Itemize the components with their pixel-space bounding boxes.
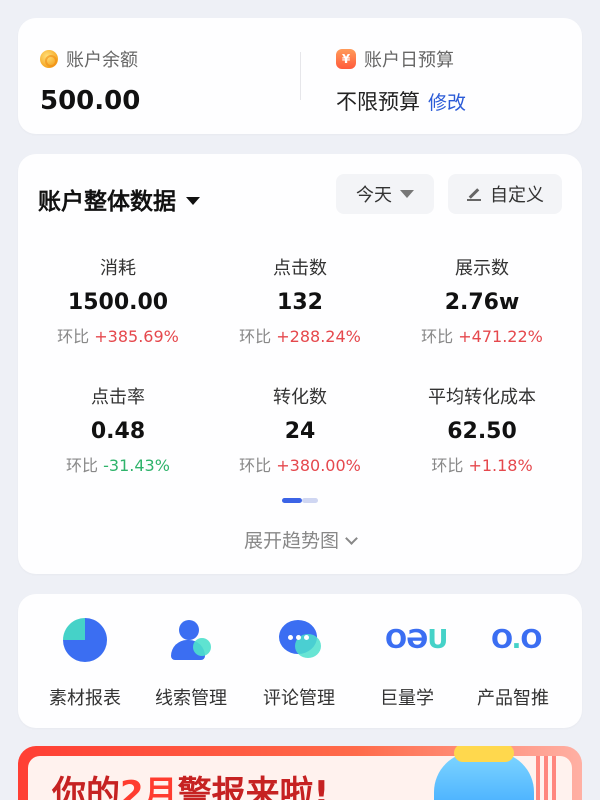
metric-value: 24 — [284, 419, 316, 444]
metric-name: 消耗 — [100, 258, 136, 279]
metric-value: 1500.00 — [67, 290, 169, 315]
account-summary-card: 账户余额 500.00 ¥ 账户日预算 不限预算 修改 — [18, 18, 582, 134]
expand-trend-button[interactable]: 展开趋势图 — [18, 526, 582, 553]
compare-value: +471.22% — [458, 327, 543, 346]
balance-label: 账户余额 — [66, 50, 138, 71]
chevron-down-icon — [400, 190, 414, 198]
page-indicator — [282, 498, 318, 504]
daily-budget-value: 不限预算 — [336, 90, 420, 114]
caret-down-icon — [186, 197, 200, 205]
metric-value: 2.76w — [444, 290, 520, 315]
tool-label: 产品智推 — [477, 688, 549, 709]
decorative-stripes — [536, 756, 558, 800]
tool-oceanengine-learn[interactable]: OƏU 巨量学 — [352, 618, 462, 710]
chat-bubble-icon — [277, 618, 321, 662]
compare-value: +1.18% — [468, 456, 533, 475]
metric-name: 点击数 — [273, 258, 327, 279]
metric-name: 转化数 — [273, 387, 327, 408]
metric-avg-conversion-cost[interactable]: 平均转化成本 62.50 环比 +1.18% — [392, 383, 572, 476]
balance-value: 500.00 — [40, 86, 141, 116]
product-recommend-logo: O.O — [491, 625, 543, 655]
metric-value: 132 — [277, 290, 323, 315]
metric-conversions[interactable]: 转化数 24 环比 +380.00% — [210, 383, 390, 476]
edit-budget-link[interactable]: 修改 — [428, 88, 466, 115]
daily-budget-section: ¥ 账户日预算 不限预算 修改 — [336, 46, 466, 116]
tools-card: 素材报表 线索管理 评论管理 OƏU 巨量学 O.O 产品智推 — [18, 594, 582, 728]
tool-material-report[interactable]: 素材报表 — [30, 618, 140, 710]
promo-banner[interactable]: 你的2月警报来啦! — [18, 746, 582, 800]
metric-ctr[interactable]: 点击率 0.48 环比 -31.43% — [28, 383, 208, 476]
customize-label: 自定义 — [490, 185, 544, 206]
metric-spend[interactable]: 消耗 1500.00 环比 +385.69% — [28, 254, 208, 347]
metric-name: 点击率 — [91, 387, 145, 408]
tool-label: 巨量学 — [380, 688, 434, 709]
customize-button[interactable]: 自定义 — [448, 174, 562, 214]
expand-trend-label: 展开趋势图 — [243, 530, 339, 552]
tool-label: 素材报表 — [49, 688, 121, 709]
metric-value: 0.48 — [90, 419, 146, 444]
metric-name: 平均转化成本 — [428, 387, 536, 408]
date-range-select[interactable]: 今天 — [336, 174, 434, 214]
compare-value: +385.69% — [94, 327, 179, 346]
metric-compare: 环比 +385.69% — [57, 327, 179, 346]
metric-impressions[interactable]: 展示数 2.76w 环比 +471.22% — [392, 254, 572, 347]
metric-value: 62.50 — [447, 419, 517, 444]
tool-comment-management[interactable]: 评论管理 — [244, 618, 354, 710]
date-range-label: 今天 — [356, 185, 392, 206]
tool-lead-management[interactable]: 线索管理 — [136, 618, 246, 710]
overview-card: 账户整体数据 今天 自定义 消耗 1500.00 环比 +385.69% 点击数… — [18, 154, 582, 574]
oceanengine-learn-logo: OƏU — [385, 625, 448, 655]
metric-name: 展示数 — [455, 258, 509, 279]
tool-label: 线索管理 — [155, 688, 227, 709]
balance-section: 账户余额 500.00 — [40, 46, 140, 116]
compare-value: +380.00% — [276, 456, 361, 475]
banner-title: 你的2月警报来啦! — [52, 774, 330, 800]
tool-product-recommend[interactable]: O.O 产品智推 — [458, 618, 568, 710]
metric-compare: 环比 +471.22% — [421, 327, 543, 346]
overview-title-dropdown[interactable]: 账户整体数据 — [38, 182, 200, 216]
metric-compare: 环比 +1.18% — [431, 456, 533, 475]
tool-label: 评论管理 — [263, 688, 335, 709]
compare-value: +288.24% — [276, 327, 361, 346]
chevron-down-icon — [345, 532, 358, 545]
compare-value: -31.43% — [103, 456, 170, 475]
metric-compare: 环比 +380.00% — [239, 456, 361, 475]
pie-chart-icon — [63, 618, 107, 662]
daily-budget-label: 账户日预算 — [364, 50, 454, 71]
user-search-icon — [169, 618, 213, 662]
yen-badge-icon: ¥ — [336, 49, 356, 69]
metric-clicks[interactable]: 点击数 132 环比 +288.24% — [210, 254, 390, 347]
divider — [300, 52, 301, 100]
metric-compare: 环比 +288.24% — [239, 327, 361, 346]
metric-compare: 环比 -31.43% — [66, 456, 170, 475]
pencil-icon — [466, 186, 482, 202]
overview-title: 账户整体数据 — [38, 189, 176, 215]
coin-icon — [40, 50, 58, 68]
